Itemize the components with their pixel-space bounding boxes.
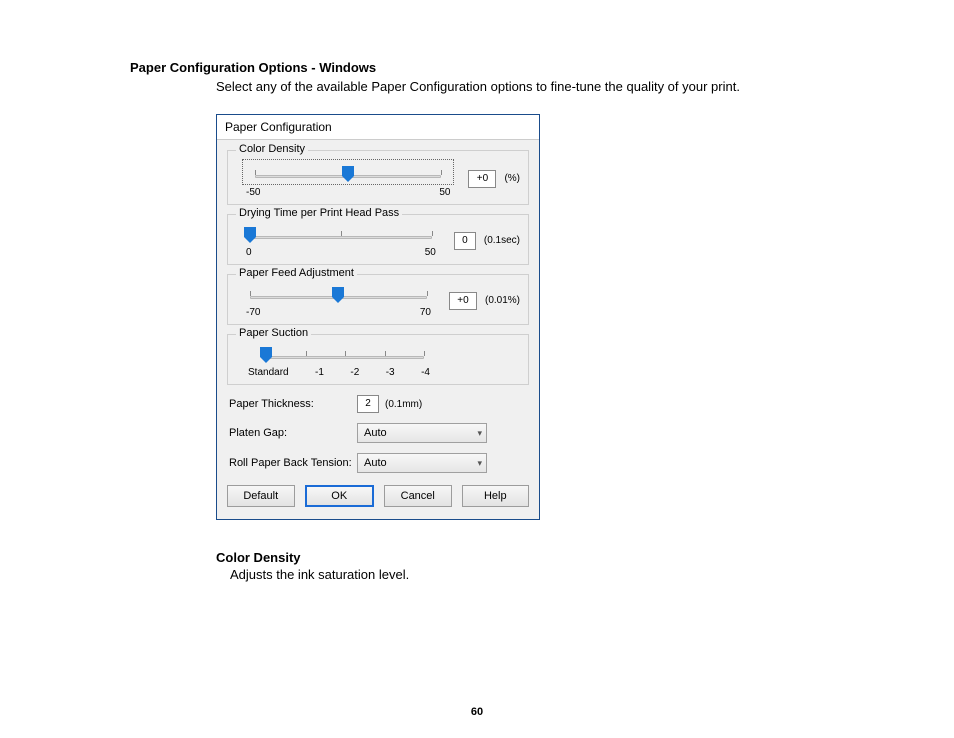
feed-adjust-value[interactable]: +0 xyxy=(449,292,477,310)
scale-max: 70 xyxy=(420,307,431,318)
dialog-title: Paper Configuration xyxy=(217,115,539,140)
term-definition: Adjusts the ink saturation level. xyxy=(230,567,824,582)
row-platen-gap: Platen Gap: Auto ▾ xyxy=(229,423,527,443)
slider-thumb-icon[interactable] xyxy=(260,347,272,363)
back-tension-select[interactable]: Auto ▾ xyxy=(357,453,487,473)
button-row: Default OK Cancel Help xyxy=(227,485,529,507)
row-back-tension: Roll Paper Back Tension: Auto ▾ xyxy=(229,453,527,473)
suction-label-3: -3 xyxy=(386,367,395,378)
scale-max: 50 xyxy=(439,187,450,198)
group-legend: Drying Time per Print Head Pass xyxy=(236,207,402,219)
platen-gap-select[interactable]: Auto ▾ xyxy=(357,423,487,443)
platen-gap-label: Platen Gap: xyxy=(229,427,357,439)
color-density-value[interactable]: +0 xyxy=(468,170,496,188)
chevron-down-icon: ▾ xyxy=(477,458,482,469)
select-value: Auto xyxy=(364,457,387,469)
paper-config-dialog: Paper Configuration Color Density xyxy=(216,114,540,520)
thickness-input[interactable]: 2 xyxy=(357,395,379,413)
slider-thumb-icon[interactable] xyxy=(244,227,256,243)
help-button[interactable]: Help xyxy=(462,485,530,507)
color-density-slider[interactable] xyxy=(255,166,441,184)
scale-min: -70 xyxy=(246,307,260,318)
suction-slider[interactable] xyxy=(266,347,424,365)
cancel-button[interactable]: Cancel xyxy=(384,485,452,507)
drying-time-value[interactable]: 0 xyxy=(454,232,476,250)
row-paper-thickness: Paper Thickness: 2 (0.1mm) xyxy=(229,395,527,413)
scale-max: 50 xyxy=(425,247,436,258)
select-value: Auto xyxy=(364,427,387,439)
back-tension-label: Roll Paper Back Tension: xyxy=(229,457,357,469)
chevron-down-icon: ▾ xyxy=(477,428,482,439)
unit-label: (0.01%) xyxy=(485,295,520,306)
group-legend: Color Density xyxy=(236,143,308,155)
thickness-label: Paper Thickness: xyxy=(229,398,357,410)
unit-label: (0.1sec) xyxy=(484,235,520,246)
suction-label-0: Standard xyxy=(248,367,289,378)
suction-label-1: -1 xyxy=(315,367,324,378)
drying-time-slider[interactable] xyxy=(250,227,432,245)
ok-button[interactable]: OK xyxy=(305,485,375,507)
group-feed-adjustment: Paper Feed Adjustment xyxy=(227,274,529,325)
section-intro: Select any of the available Paper Config… xyxy=(216,79,824,94)
section-heading: Paper Configuration Options - Windows xyxy=(130,60,824,75)
scale-min: 0 xyxy=(246,247,252,258)
unit-label: (%) xyxy=(504,173,520,184)
slider-thumb-icon[interactable] xyxy=(342,166,354,182)
group-color-density: Color Density xyxy=(227,150,529,205)
term-heading: Color Density xyxy=(216,550,824,565)
slider-thumb-icon[interactable] xyxy=(332,287,344,303)
group-legend: Paper Suction xyxy=(236,327,311,339)
unit-label: (0.1mm) xyxy=(385,399,422,410)
group-paper-suction: Paper Suction xyxy=(227,334,529,385)
suction-label-2: -2 xyxy=(350,367,359,378)
suction-label-4: -4 xyxy=(421,367,430,378)
page-number: 60 xyxy=(0,706,954,718)
scale-min: -50 xyxy=(246,187,260,198)
feed-adjust-slider[interactable] xyxy=(250,287,427,305)
default-button[interactable]: Default xyxy=(227,485,295,507)
group-legend: Paper Feed Adjustment xyxy=(236,267,357,279)
group-drying-time: Drying Time per Print Head Pass xyxy=(227,214,529,265)
